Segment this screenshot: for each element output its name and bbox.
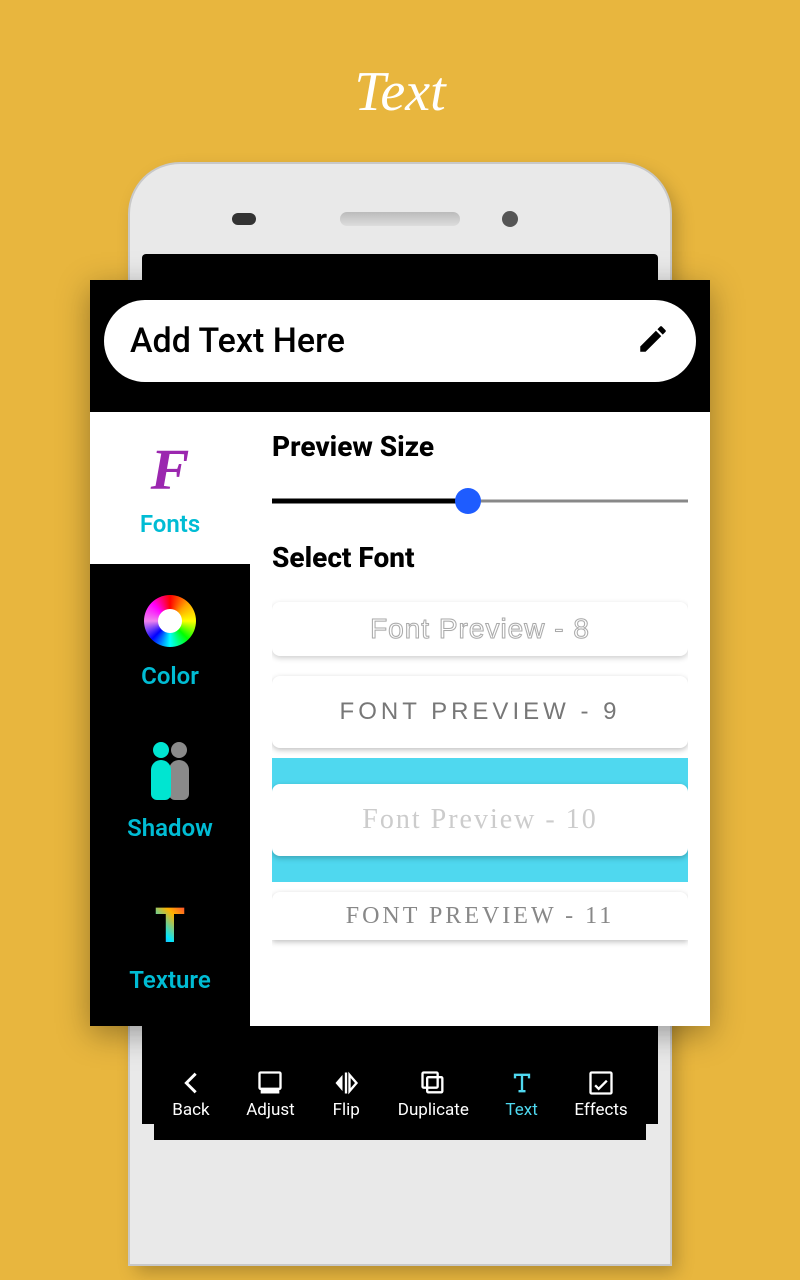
preview-size-slider[interactable]: [272, 481, 688, 521]
text-editor-panel: Add Text Here F Fonts Color Shadow: [90, 280, 710, 1026]
toolbar-adjust[interactable]: Adjust: [246, 1068, 294, 1120]
font-option[interactable]: FONT PREVIEW - 11: [272, 882, 688, 940]
bottom-toolbar: Back Adjust Flip Duplicate Text Effects: [154, 1048, 646, 1140]
toolbar-back[interactable]: Back: [172, 1068, 209, 1120]
effects-icon: [586, 1068, 616, 1098]
text-input[interactable]: Add Text Here: [104, 300, 696, 382]
font-list[interactable]: Font Preview - 8 FONT PREVIEW - 9 Font P…: [272, 592, 688, 1026]
slider-thumb[interactable]: [455, 488, 481, 514]
shadow-icon: [139, 742, 201, 804]
toolbar-label: Back: [172, 1100, 209, 1120]
font-panel: Preview Size Select Font Font Preview - …: [250, 412, 710, 1026]
toolbar-label: Flip: [333, 1100, 360, 1120]
sidebar-item-fonts[interactable]: F Fonts: [90, 412, 250, 564]
phone-sensor: [232, 213, 256, 225]
toolbar-text[interactable]: Text: [505, 1068, 537, 1120]
phone-chin: [142, 1124, 658, 1264]
toolbar-label: Duplicate: [398, 1100, 469, 1120]
flip-icon: [331, 1068, 361, 1098]
slider-fill: [272, 499, 468, 504]
sidebar-item-label: Color: [141, 662, 199, 690]
phone-speaker: [340, 212, 460, 226]
font-preview-label: FONT PREVIEW - 9: [272, 676, 688, 748]
phone-top: [142, 184, 658, 254]
sidebar-item-label: Shadow: [127, 814, 213, 842]
font-preview-label: FONT PREVIEW - 11: [272, 892, 688, 940]
font-preview-label: Font Preview - 10: [272, 784, 688, 856]
texture-icon: T: [139, 894, 201, 956]
pencil-icon[interactable]: [636, 322, 670, 360]
property-sidebar: F Fonts Color Shadow T Texture: [90, 412, 250, 1026]
toolbar-duplicate[interactable]: Duplicate: [398, 1068, 469, 1120]
select-font-label: Select Font: [272, 541, 688, 574]
phone-camera: [502, 211, 518, 227]
font-option[interactable]: FONT PREVIEW - 9: [272, 666, 688, 758]
page-title: Text: [0, 0, 800, 164]
text-input-placeholder: Add Text Here: [130, 321, 636, 361]
editor-body: F Fonts Color Shadow T Texture Preview S…: [90, 412, 710, 1026]
duplicate-icon: [418, 1068, 448, 1098]
fonts-icon: F: [139, 438, 201, 500]
color-wheel-icon: [139, 590, 201, 652]
toolbar-label: Text: [505, 1100, 537, 1120]
toolbar-effects[interactable]: Effects: [574, 1068, 627, 1120]
font-option[interactable]: Font Preview - 8: [272, 592, 688, 666]
toolbar-label: Adjust: [246, 1100, 294, 1120]
adjust-icon: [255, 1068, 285, 1098]
sidebar-item-label: Fonts: [140, 510, 200, 538]
font-preview-label: Font Preview - 8: [272, 602, 688, 656]
sidebar-item-label: Texture: [129, 966, 211, 994]
sidebar-item-texture[interactable]: T Texture: [90, 868, 250, 1020]
text-icon: [507, 1068, 537, 1098]
preview-size-label: Preview Size: [272, 430, 688, 463]
sidebar-item-shadow[interactable]: Shadow: [90, 716, 250, 868]
toolbar-label: Effects: [574, 1100, 627, 1120]
sidebar-item-color[interactable]: Color: [90, 564, 250, 716]
toolbar-flip[interactable]: Flip: [331, 1068, 361, 1120]
font-option-selected[interactable]: Font Preview - 10: [272, 758, 688, 882]
back-arrow-icon: [176, 1068, 206, 1098]
text-input-area: Add Text Here: [90, 280, 710, 412]
